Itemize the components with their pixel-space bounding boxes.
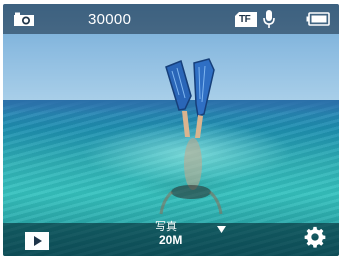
- battery-icon: [306, 12, 330, 26]
- microphone-icon: [263, 10, 275, 28]
- remaining-shots-count: 30000: [88, 10, 132, 28]
- dropdown-arrow-icon[interactable]: [217, 226, 226, 233]
- capture-mode-label[interactable]: 写真: [155, 218, 177, 234]
- gear-icon[interactable]: [304, 226, 326, 248]
- play-icon[interactable]: [24, 231, 50, 251]
- photo-resolution[interactable]: 20M: [159, 233, 182, 247]
- status-bar: [3, 4, 339, 34]
- tf-card-label: TF: [239, 14, 251, 25]
- photo-mode-icon: [14, 12, 34, 26]
- tf-card-icon: TF: [235, 12, 257, 27]
